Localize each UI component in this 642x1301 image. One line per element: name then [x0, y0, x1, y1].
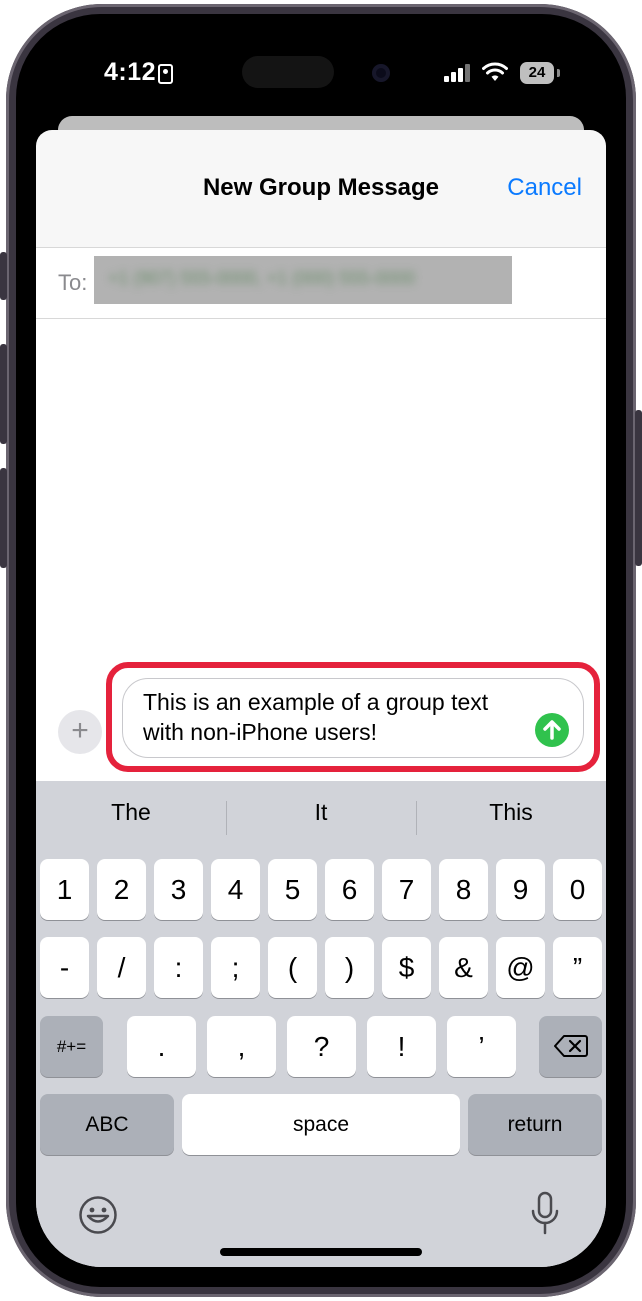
key-6[interactable]: 6	[325, 859, 374, 920]
key-exclamation[interactable]: !	[367, 1016, 436, 1077]
keyboard: The It This 1 2 3 4 5 6 7 8 9 0 - / : ; …	[36, 781, 606, 1267]
microphone-icon[interactable]	[530, 1191, 560, 1237]
send-button[interactable]	[535, 713, 569, 747]
volume-up-button	[0, 344, 7, 444]
screen: 4:12 24 New Group Message Cancel To: +1 …	[36, 34, 606, 1267]
suggestion-it[interactable]: It	[226, 799, 416, 826]
key-5[interactable]: 5	[268, 859, 317, 920]
camera	[372, 64, 390, 82]
key-7[interactable]: 7	[382, 859, 431, 920]
to-label: To:	[58, 270, 88, 295]
signal-icon	[444, 64, 472, 82]
key-quote[interactable]: ”	[553, 937, 602, 998]
action-button	[0, 252, 7, 300]
key-period[interactable]: .	[127, 1016, 196, 1077]
key-slash[interactable]: /	[97, 937, 146, 998]
key-question[interactable]: ?	[287, 1016, 356, 1077]
key-space[interactable]: space	[182, 1094, 460, 1155]
suggestion-the[interactable]: The	[36, 799, 226, 826]
recipients-value: +1 (907) 555-0000, +1 (000) 555-0000	[108, 268, 416, 288]
dynamic-island	[242, 56, 334, 88]
cancel-button[interactable]: Cancel	[507, 174, 582, 202]
key-2[interactable]: 2	[97, 859, 146, 920]
key-hyphen[interactable]: -	[40, 937, 89, 998]
key-comma[interactable]: ,	[207, 1016, 276, 1077]
backspace-icon	[553, 1035, 588, 1057]
status-bar: 4:12 24	[36, 34, 606, 114]
key-ampersand[interactable]: &	[439, 937, 488, 998]
key-9[interactable]: 9	[496, 859, 545, 920]
message-text: This is an example of a group text with …	[143, 689, 489, 745]
battery-icon: 24	[520, 62, 554, 84]
key-colon[interactable]: :	[154, 937, 203, 998]
message-input[interactable]: This is an example of a group text with …	[122, 678, 584, 758]
volume-down-button	[0, 468, 7, 568]
key-return[interactable]: return	[468, 1094, 602, 1155]
send-arrow-icon	[543, 720, 561, 740]
key-open-paren[interactable]: (	[268, 937, 317, 998]
key-abc[interactable]: ABC	[40, 1094, 174, 1155]
compose-sheet: New Group Message Cancel To: +1 (907) 55…	[36, 130, 606, 1267]
recipients-row[interactable]: To: +1 (907) 555-0000, +1 (000) 555-0000	[36, 248, 606, 318]
key-dollar[interactable]: $	[382, 937, 431, 998]
key-4[interactable]: 4	[211, 859, 260, 920]
status-time: 4:12	[104, 58, 157, 86]
home-indicator	[220, 1248, 422, 1256]
side-button	[635, 410, 642, 566]
emoji-icon[interactable]	[78, 1195, 118, 1235]
key-1[interactable]: 1	[40, 859, 89, 920]
key-3[interactable]: 3	[154, 859, 203, 920]
key-at[interactable]: @	[496, 937, 545, 998]
key-0[interactable]: 0	[553, 859, 602, 920]
key-semicolon[interactable]: ;	[211, 937, 260, 998]
key-8[interactable]: 8	[439, 859, 488, 920]
add-attachment-button[interactable]: +	[58, 710, 102, 754]
key-close-paren[interactable]: )	[325, 937, 374, 998]
battery-tip	[557, 69, 560, 77]
suggestion-this[interactable]: This	[416, 799, 606, 826]
key-apostrophe[interactable]: ’	[447, 1016, 516, 1077]
recipients-field[interactable]: +1 (907) 555-0000, +1 (000) 555-0000	[94, 256, 512, 304]
backspace-button[interactable]	[539, 1016, 602, 1077]
wifi-icon	[482, 62, 508, 81]
key-more-symbols[interactable]: #+=	[40, 1016, 103, 1077]
contact-card-icon	[158, 64, 173, 84]
